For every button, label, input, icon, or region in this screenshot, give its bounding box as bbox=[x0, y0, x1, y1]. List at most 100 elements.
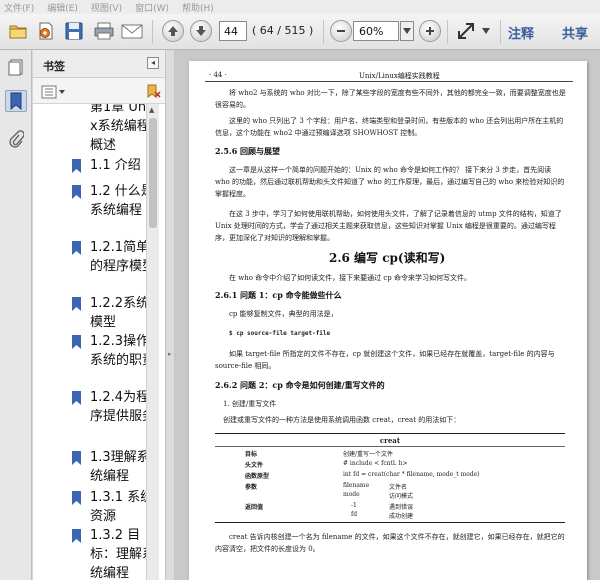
table-cell: 返回值 bbox=[245, 504, 264, 511]
save-button[interactable] bbox=[62, 19, 86, 43]
page-thumbnails-icon bbox=[8, 59, 23, 76]
bookmark-icon bbox=[72, 185, 81, 199]
bookmarks-panel-header: 书签 ◂ bbox=[33, 50, 165, 78]
table-cell: 头文件 bbox=[245, 462, 264, 469]
chapter-heading: 2.6 编写 cp(读和写) bbox=[329, 251, 446, 265]
bookmarks-scrollbar[interactable]: ▲ bbox=[146, 104, 159, 580]
delete-bookmark-icon bbox=[147, 84, 161, 98]
bookmark-icon bbox=[72, 241, 81, 255]
arrow-down-icon bbox=[196, 26, 206, 36]
table-cell: filename bbox=[343, 482, 370, 489]
bookmarks-toolbar bbox=[33, 78, 165, 104]
page-count-label: ( 64 / 515 ) bbox=[252, 24, 314, 37]
chevron-down-icon bbox=[482, 28, 490, 34]
pdf-reader-window: 文件(F) 编辑(E) 视图(V) 窗口(W) 帮助(H) 44 (64 / … bbox=[0, 0, 600, 580]
paragraph: creat 告诉内核创建一个名为 filename 的文件，如果这个文件不存在，… bbox=[215, 533, 565, 553]
paragraph: 这里的 who 只列出了 3 个字段：用户名、终端类型和登录时间，有些版本的 w… bbox=[215, 117, 564, 137]
bookmark-icon bbox=[72, 391, 81, 405]
scrollbar-thumb[interactable] bbox=[149, 118, 157, 228]
subheading: 1. 创建/重写文件 bbox=[223, 400, 277, 408]
book-title-label: Unix/Linux编程实践教程 bbox=[359, 72, 440, 80]
fit-options-dropdown[interactable] bbox=[480, 19, 492, 43]
table-cell: -1 bbox=[351, 502, 357, 509]
menu-window[interactable]: 窗口(W) bbox=[135, 1, 169, 14]
floppy-disk-icon bbox=[65, 22, 83, 40]
pdf-page: · 44 · Unix/Linux编程实践教程 将 who2 与系统的 who … bbox=[189, 61, 587, 580]
paragraph: 在 who 命令中介绍了如何读文件，接下来要通过 cp 命令来学习如何写文件。 bbox=[229, 274, 472, 282]
section-heading: 2.6.1 问题 1：cp 命令能做些什么 bbox=[215, 290, 342, 300]
share-button[interactable]: 共享 bbox=[562, 23, 588, 42]
bookmarks-button[interactable] bbox=[5, 90, 27, 112]
paragraph: cp 能够复制文件，典型的用法是， bbox=[229, 310, 338, 318]
attachments-button[interactable] bbox=[5, 128, 27, 150]
table-cell: 成功创建 bbox=[389, 513, 414, 520]
panel-resize-handle[interactable]: ▸ bbox=[165, 50, 175, 580]
open-file-icon bbox=[9, 25, 27, 39]
document-view[interactable]: · 44 · Unix/Linux编程实践教程 将 who2 与系统的 who … bbox=[175, 50, 600, 580]
bookmark-icon bbox=[72, 297, 81, 311]
bookmarks-panel-title: 书签 bbox=[43, 60, 65, 73]
previous-page-button[interactable] bbox=[161, 19, 185, 43]
toolbar-separator bbox=[447, 20, 448, 44]
zoom-in-button[interactable] bbox=[418, 19, 442, 43]
scroll-up-icon[interactable]: ▲ bbox=[149, 106, 154, 114]
table-cell: 目标 bbox=[245, 451, 258, 458]
chevron-down-icon bbox=[403, 28, 411, 34]
create-pdf-icon bbox=[39, 22, 53, 40]
email-button[interactable] bbox=[120, 19, 144, 43]
menu-help[interactable]: 帮助(H) bbox=[182, 1, 214, 14]
paragraph: 将 who2 与系统的 who 对比一下，除了某些字段的宽度有些不同外，其他的都… bbox=[215, 89, 566, 109]
grip-icon: ▸ bbox=[168, 350, 172, 358]
table-cell: 函数原型 bbox=[245, 473, 270, 480]
table-cell: 创建/重写一个文件 bbox=[343, 451, 394, 458]
bookmark-icon bbox=[72, 335, 81, 349]
page-number-label: · 44 · bbox=[209, 71, 227, 79]
menu-view[interactable]: 视图(V) bbox=[91, 1, 122, 14]
header-rule bbox=[205, 81, 573, 82]
annotate-button[interactable]: 注释 bbox=[508, 23, 534, 42]
create-pdf-button[interactable] bbox=[34, 19, 58, 43]
options-menu-button[interactable] bbox=[41, 84, 67, 99]
bookmark-icon bbox=[72, 529, 81, 543]
menu-edit[interactable]: 编辑(E) bbox=[47, 1, 78, 14]
paragraph: 在这 3 步中，学习了如何使用联机帮助，如何使用头文件，了解了记录着信息的 ut… bbox=[215, 210, 562, 242]
table-cell: 文件名 bbox=[389, 484, 408, 491]
table-rule bbox=[215, 433, 565, 434]
table-cell: 参数 bbox=[245, 484, 258, 491]
table-rule bbox=[215, 446, 565, 447]
envelope-icon bbox=[121, 24, 143, 39]
paragraph: 这一章是从这样一个简单的问题开始的：Unix 的 who 命令是如何工作的？ 接… bbox=[215, 166, 565, 198]
bookmark-icon bbox=[72, 451, 81, 465]
list-options-icon bbox=[41, 85, 65, 99]
open-file-button[interactable] bbox=[6, 19, 30, 43]
menu-file[interactable]: 文件(F) bbox=[4, 1, 34, 14]
zoom-out-button[interactable] bbox=[329, 19, 353, 43]
table-cell: # include < fcntl. h> bbox=[343, 460, 408, 467]
paragraph: 创建或重写文件的一种方法是使用系统调用函数 creat，creat 的用法如下： bbox=[223, 416, 461, 424]
table-cell: int fd = creat(char * filename, mode_t m… bbox=[343, 471, 480, 478]
table-cell: mode bbox=[343, 491, 360, 498]
bookmark-icon bbox=[72, 491, 81, 505]
table-title: creat bbox=[379, 436, 401, 445]
navigation-pane-strip bbox=[0, 50, 32, 580]
page-number-input[interactable]: 44 bbox=[219, 21, 247, 41]
section-heading: 2.6.2 问题 2：cp 命令是如何创建/重写文件的 bbox=[215, 380, 385, 390]
printer-icon bbox=[94, 22, 114, 40]
table-cell: 访问模式 bbox=[389, 493, 414, 500]
fit-window-button[interactable] bbox=[454, 19, 478, 43]
next-page-button[interactable] bbox=[189, 19, 213, 43]
toolbar-separator bbox=[500, 20, 501, 44]
plus-icon bbox=[426, 27, 434, 35]
delete-bookmark-button[interactable] bbox=[145, 83, 161, 99]
zoom-level-dropdown[interactable] bbox=[400, 21, 414, 41]
collapse-panel-button[interactable]: ◂ bbox=[147, 57, 159, 69]
bookmark-icon bbox=[10, 92, 22, 110]
print-button[interactable] bbox=[92, 19, 116, 43]
zoom-level-input[interactable]: 60% bbox=[353, 21, 399, 41]
table-cell: 遇到错误 bbox=[389, 504, 414, 511]
arrow-up-icon bbox=[168, 26, 178, 36]
page-thumbnails-button[interactable] bbox=[5, 56, 27, 78]
expand-arrows-icon bbox=[458, 23, 474, 39]
table-rule bbox=[215, 522, 565, 523]
code-line: $ cp source-file target-file bbox=[229, 330, 331, 337]
